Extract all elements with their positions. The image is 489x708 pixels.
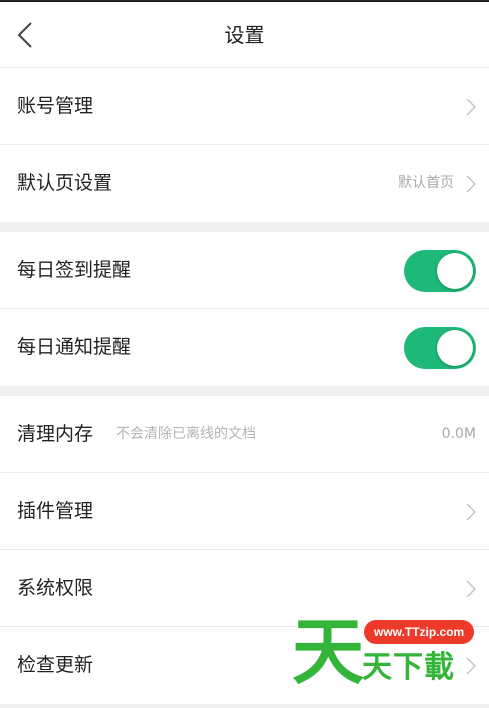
- row-label: 检查更新: [17, 654, 94, 676]
- chevron-right-icon: [466, 657, 477, 675]
- settings-group-system: 清理内存 不会清除已离线的文档 0.0M 插件管理 系统权限 检查更新: [0, 396, 489, 704]
- chevron-right-icon: [466, 98, 477, 116]
- row-label: 每日通知提醒: [17, 336, 132, 358]
- row-label: 账号管理: [17, 95, 94, 117]
- settings-group-reminders: 每日签到提醒 每日通知提醒: [0, 232, 489, 386]
- row-label: 默认页设置: [17, 172, 113, 194]
- account-management-row[interactable]: 账号管理: [0, 68, 489, 145]
- settings-group-account: 账号管理 默认页设置 默认首页: [0, 68, 489, 222]
- app-header: 设置: [0, 2, 489, 68]
- daily-checkin-reminder-row: 每日签到提醒: [0, 232, 489, 309]
- default-page-value: 默认首页: [398, 175, 454, 191]
- chevron-right-icon: [466, 503, 477, 521]
- system-permissions-row[interactable]: 系统权限: [0, 550, 489, 627]
- toggle-knob: [437, 330, 473, 366]
- plugin-management-row[interactable]: 插件管理: [0, 473, 489, 550]
- row-label: 每日签到提醒: [17, 259, 132, 281]
- check-update-row[interactable]: 检查更新: [0, 627, 489, 704]
- row-label: 插件管理: [17, 500, 94, 522]
- daily-notification-toggle[interactable]: [404, 327, 476, 369]
- clear-cache-hint: 不会清除已离线的文档: [116, 426, 256, 442]
- daily-checkin-toggle[interactable]: [404, 250, 476, 292]
- toggle-knob: [437, 253, 473, 289]
- page-title: 设置: [224, 23, 265, 47]
- back-button[interactable]: [8, 16, 42, 54]
- daily-notification-reminder-row: 每日通知提醒: [0, 309, 489, 386]
- chevron-right-icon: [466, 580, 477, 598]
- chevron-right-icon: [466, 175, 477, 193]
- clear-cache-row[interactable]: 清理内存 不会清除已离线的文档 0.0M: [0, 396, 489, 473]
- default-page-row[interactable]: 默认页设置 默认首页: [0, 145, 489, 222]
- row-label: 清理内存: [17, 423, 94, 445]
- row-label: 系统权限: [17, 577, 94, 599]
- cache-size-value: 0.0M: [441, 426, 476, 442]
- chevron-left-icon: [17, 22, 32, 48]
